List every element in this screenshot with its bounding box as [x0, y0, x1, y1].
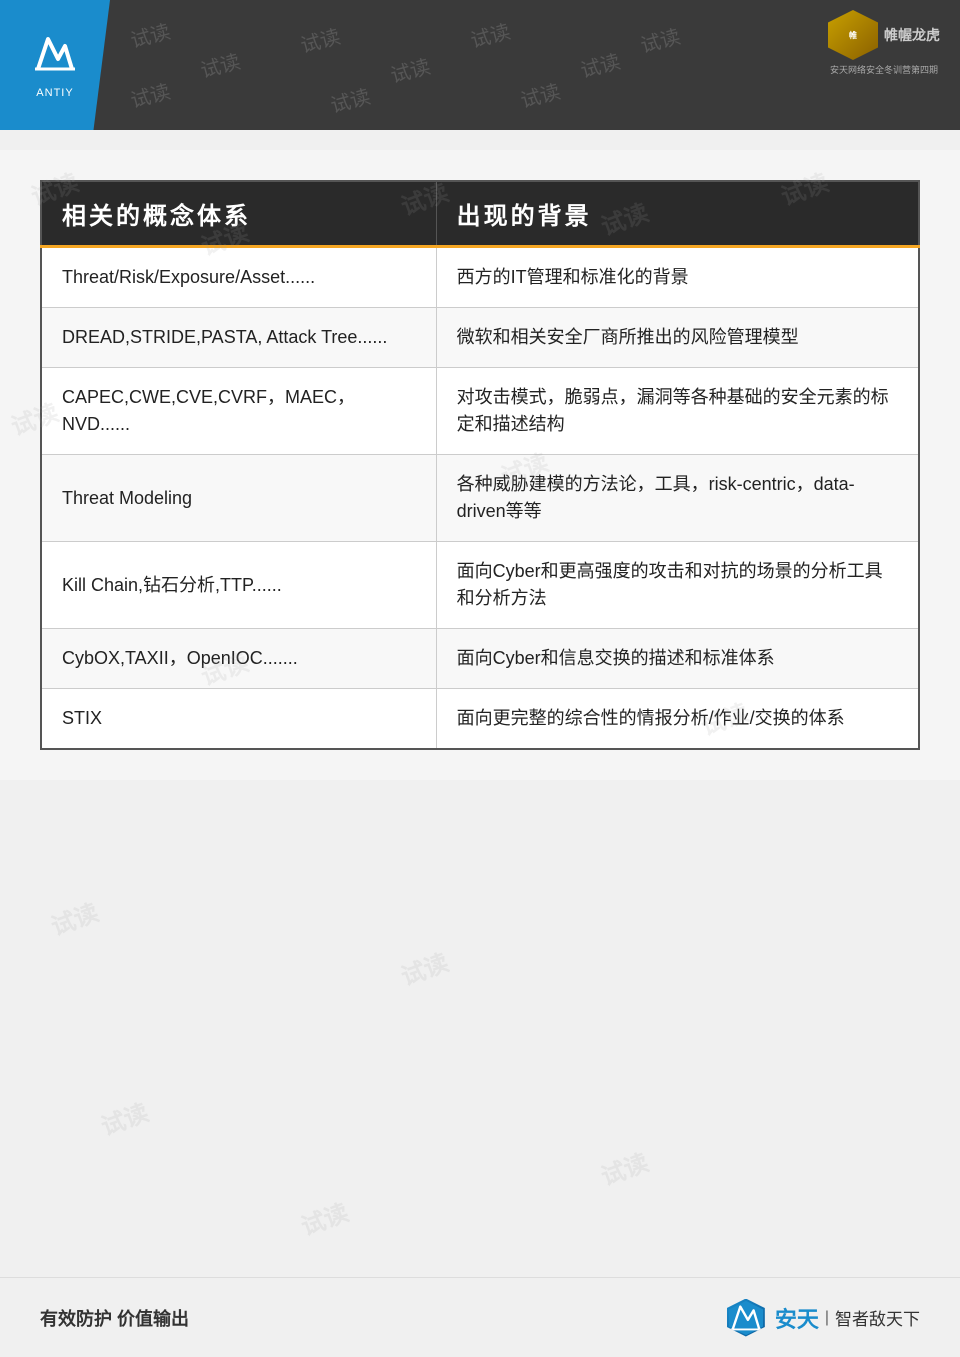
watermark-14: 试读	[295, 1193, 352, 1242]
header-watermark-8: 试读	[127, 75, 173, 113]
header-watermark-2: 试读	[297, 20, 343, 58]
header: 试读 试读 试读 试读 试读 试读 试读 试读 试读 试读 ANTIY 帷 帷幄…	[0, 0, 960, 130]
header-watermark-9: 试读	[327, 80, 373, 118]
table-cell-right: 各种威胁建模的方法论，工具，risk-centric，data-driven等等	[436, 455, 919, 542]
col2-header: 出现的背景	[436, 181, 919, 247]
table-cell-right: 微软和相关安全厂商所推出的风险管理模型	[436, 308, 919, 368]
table-cell-left: Threat Modeling	[41, 455, 436, 542]
table-cell-left: Threat/Risk/Exposure/Asset......	[41, 247, 436, 308]
table-cell-left: Kill Chain,钻石分析,TTP......	[41, 542, 436, 629]
watermark-13: 试读	[595, 1143, 652, 1192]
footer-brand-suffix: 智者敌天下	[835, 1305, 920, 1330]
watermark-11: 试读	[395, 943, 452, 992]
logo-box: ANTIY	[0, 0, 110, 130]
header-watermark-6: 试读	[387, 50, 433, 88]
footer: 有效防护 价值输出 安天 | 智者敌天下	[0, 1277, 960, 1357]
footer-brand-name: 安天	[775, 1302, 819, 1334]
table-row: DREAD,STRIDE,PASTA, Attack Tree......微软和…	[41, 308, 919, 368]
main-content: 相关的概念体系 出现的背景 Threat/Risk/Exposure/Asset…	[0, 150, 960, 780]
table-row: Kill Chain,钻石分析,TTP......面向Cyber和更高强度的攻击…	[41, 542, 919, 629]
table-header-row: 相关的概念体系 出现的背景	[41, 181, 919, 247]
header-watermark-7: 试读	[577, 45, 623, 83]
header-watermark-3: 试读	[467, 15, 513, 53]
table-cell-left: CAPEC,CWE,CVE,CVRF，MAEC，NVD......	[41, 368, 436, 455]
right-brand-name: 帷幄龙虎	[884, 25, 940, 45]
concept-table: 相关的概念体系 出现的背景 Threat/Risk/Exposure/Asset…	[40, 180, 920, 750]
table-cell-left: STIX	[41, 689, 436, 750]
watermark-12: 试读	[95, 1093, 152, 1142]
col1-header: 相关的概念体系	[41, 181, 436, 247]
table-row: CybOX,TAXII，OpenIOC.......面向Cyber和信息交换的描…	[41, 629, 919, 689]
footer-divider: |	[825, 1309, 829, 1327]
footer-slogan: 有效防护 价值输出	[40, 1305, 189, 1331]
table-row: STIX面向更完整的综合性的情报分析/作业/交换的体系	[41, 689, 919, 750]
logo-icon	[30, 31, 80, 83]
table-cell-right: 面向Cyber和信息交换的描述和标准体系	[436, 629, 919, 689]
table-cell-right: 对攻击模式，脆弱点，漏洞等各种基础的安全元素的标定和描述结构	[436, 368, 919, 455]
table-row: Threat/Risk/Exposure/Asset......西方的IT管理和…	[41, 247, 919, 308]
table-cell-right: 面向Cyber和更高强度的攻击和对抗的场景的分析工具和分析方法	[436, 542, 919, 629]
table-row: Threat Modeling各种威胁建模的方法论，工具，risk-centri…	[41, 455, 919, 542]
logo-label: ANTIY	[36, 87, 73, 99]
header-watermark-4: 试读	[637, 20, 683, 58]
table-row: CAPEC,CWE,CVE,CVRF，MAEC，NVD......对攻击模式，脆…	[41, 368, 919, 455]
table-cell-left: CybOX,TAXII，OpenIOC.......	[41, 629, 436, 689]
header-watermark-1: 试读	[127, 15, 173, 53]
right-brand-sub: 安天网络安全冬训营第四期	[830, 63, 938, 76]
right-brand-icon: 帷	[828, 10, 878, 60]
header-watermark-10: 试读	[517, 75, 563, 113]
watermark-10: 试读	[45, 893, 102, 942]
table-cell-right: 西方的IT管理和标准化的背景	[436, 247, 919, 308]
table-cell-right: 面向更完整的综合性的情报分析/作业/交换的体系	[436, 689, 919, 750]
header-right-brand: 帷 帷幄龙虎 安天网络安全冬训营第四期	[828, 10, 940, 76]
table-cell-left: DREAD,STRIDE,PASTA, Attack Tree......	[41, 308, 436, 368]
header-watermark-5: 试读	[197, 45, 243, 83]
footer-brand: 安天 | 智者敌天下	[727, 1299, 920, 1337]
footer-logo-icon	[727, 1299, 765, 1337]
